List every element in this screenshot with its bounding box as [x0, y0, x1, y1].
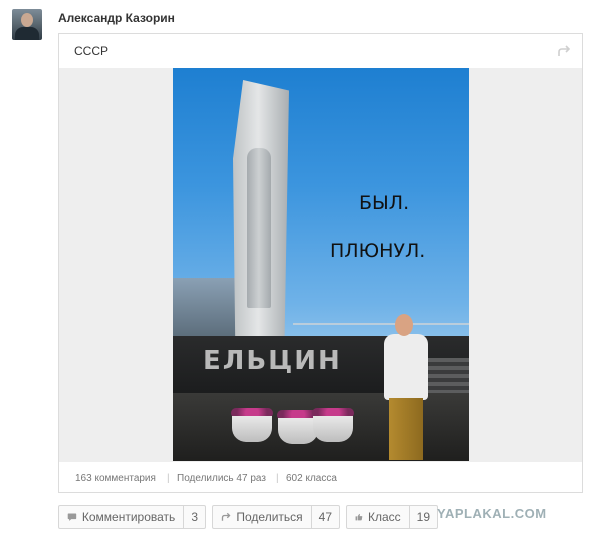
stats-separator: |: [167, 473, 170, 484]
speech-bubble-icon: [67, 513, 77, 521]
like-button-label: Класс: [367, 510, 401, 524]
comment-button[interactable]: Комментировать 3: [58, 505, 206, 529]
photo-person-pants: [389, 398, 423, 460]
post-stats: 163 комментария | Поделились 47 раз | 60…: [59, 462, 582, 492]
post-title: СССР: [74, 44, 109, 58]
photo-planter: [232, 416, 272, 442]
photo-person-shirt: [384, 334, 428, 400]
comments-count-link[interactable]: 163 комментария: [75, 473, 156, 484]
photo-planter: [313, 416, 353, 442]
comment-button-label: Комментировать: [81, 510, 176, 524]
photo-person-head: [395, 314, 413, 336]
image-caption-line2: ПЛЮНУЛ.: [330, 240, 426, 262]
avatar-head: [21, 13, 33, 27]
author-avatar[interactable]: [12, 9, 42, 40]
photo-planter: [278, 418, 318, 444]
likes-count-link[interactable]: 602 класса: [286, 473, 337, 484]
stats-separator: |: [276, 473, 279, 484]
like-button-count: 19: [408, 506, 437, 528]
monument-inscription: ЕЛЬЦИН: [203, 346, 342, 376]
comment-button-count: 3: [183, 506, 205, 528]
post-media: ЕЛЬЦИН БЫЛ. ПЛЮНУЛ.: [59, 68, 582, 462]
photo-monument-figure: [247, 148, 271, 308]
shares-count-link[interactable]: Поделились 47 раз: [177, 473, 266, 484]
photo-building: [173, 278, 243, 338]
share-button-label: Поделиться: [236, 510, 303, 524]
author-name[interactable]: Александр Казорин: [58, 11, 175, 25]
thumbs-up-icon: [355, 513, 363, 521]
avatar-body: [15, 27, 39, 40]
post-photo[interactable]: ЕЛЬЦИН БЫЛ. ПЛЮНУЛ.: [173, 68, 469, 461]
post-card: СССР ЕЛЬЦИН БЫЛ. ПЛЮНУЛ. 163 комментария…: [58, 33, 583, 493]
site-watermark: YAPLAKAL.COM: [437, 506, 547, 521]
share-arrow-icon: [221, 512, 231, 521]
share-button[interactable]: Поделиться 47: [212, 505, 340, 529]
like-button[interactable]: Класс 19: [346, 505, 438, 529]
reshare-arrow-icon[interactable]: [556, 43, 572, 59]
share-button-count: 47: [310, 506, 339, 528]
image-caption-line1: БЫЛ.: [359, 192, 410, 214]
